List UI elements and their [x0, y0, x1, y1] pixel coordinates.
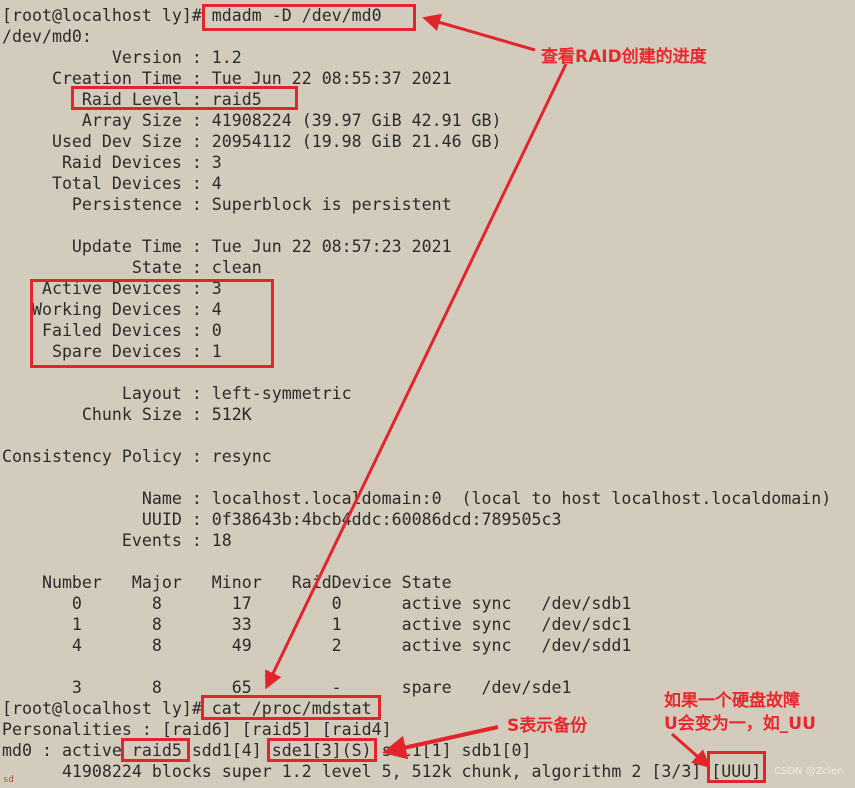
annotation-failure-note-1: 如果一个硬盘故障: [664, 691, 800, 711]
annotation-failure-note-2: U会变为一，如_UU: [664, 714, 816, 734]
annotation-spare-note: S表示备份: [507, 716, 588, 736]
watermark: CSDN @Zclen: [774, 766, 844, 777]
arrow-to-spare: [382, 725, 499, 760]
arrow-to-cat: [265, 63, 568, 690]
arrow-to-mdadm: [422, 13, 536, 52]
corner-mark: sd: [3, 775, 14, 785]
annotation-arrows: [265, 13, 711, 768]
annotation-check-progress: 查看RAID创建的进度: [541, 47, 707, 67]
arrow-to-uuu: [671, 732, 711, 768]
